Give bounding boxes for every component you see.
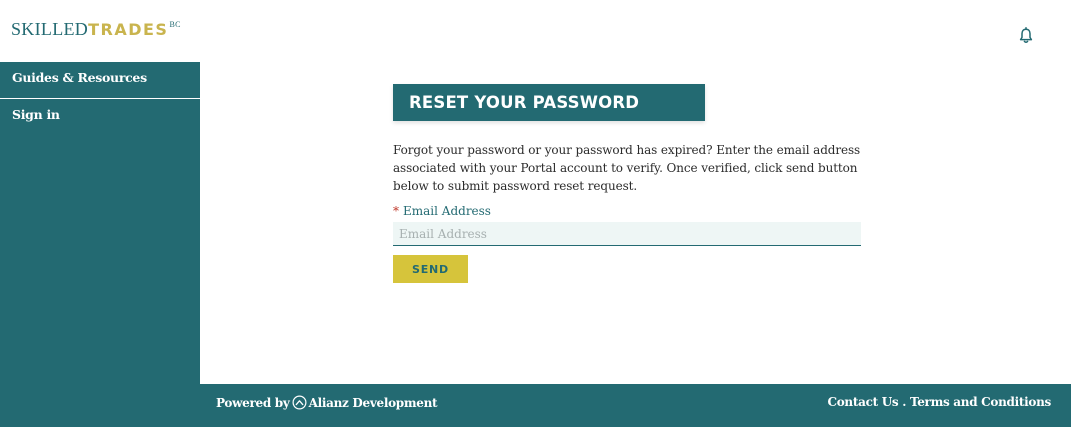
required-marker: * <box>393 204 399 218</box>
main-content: RESET YOUR PASSWORD Forgot your password… <box>200 62 1071 384</box>
logo-text-trades: TRADES <box>88 20 169 39</box>
alianz-logo-icon <box>292 395 307 410</box>
sidebar-item-sign-in[interactable]: Sign in <box>0 99 200 136</box>
powered-by: Powered by Alianz Development <box>216 395 438 410</box>
email-label-text: Email Address <box>403 204 491 218</box>
terms-link[interactable]: Terms and Conditions <box>910 395 1051 409</box>
email-field-label: * Email Address <box>393 204 491 218</box>
page-title: RESET YOUR PASSWORD <box>393 84 705 121</box>
sidebar-item-guides-resources[interactable]: Guides & Resources <box>0 62 200 99</box>
logo-text-bc: BC <box>169 20 181 29</box>
powered-by-prefix: Powered by <box>216 395 290 410</box>
footer-separator: . <box>898 395 910 409</box>
skilledtrades-logo[interactable]: SKILLEDTRADESBC <box>11 19 181 40</box>
reset-description: Forgot your password or your password ha… <box>393 143 861 193</box>
site-header: SKILLEDTRADESBC <box>0 0 1071 62</box>
contact-us-link[interactable]: Contact Us <box>827 395 898 409</box>
footer-links: Contact Us . Terms and Conditions <box>827 395 1051 409</box>
powered-by-name[interactable]: Alianz Development <box>309 396 438 410</box>
site-footer: Powered by Alianz Development Contact Us… <box>200 384 1071 427</box>
sidebar: Guides & Resources Sign in <box>0 62 200 427</box>
bell-icon[interactable] <box>1018 27 1034 45</box>
email-field[interactable] <box>393 222 861 246</box>
send-button[interactable]: SEND <box>393 255 468 283</box>
logo-text-skilled: SKILLED <box>11 19 89 39</box>
